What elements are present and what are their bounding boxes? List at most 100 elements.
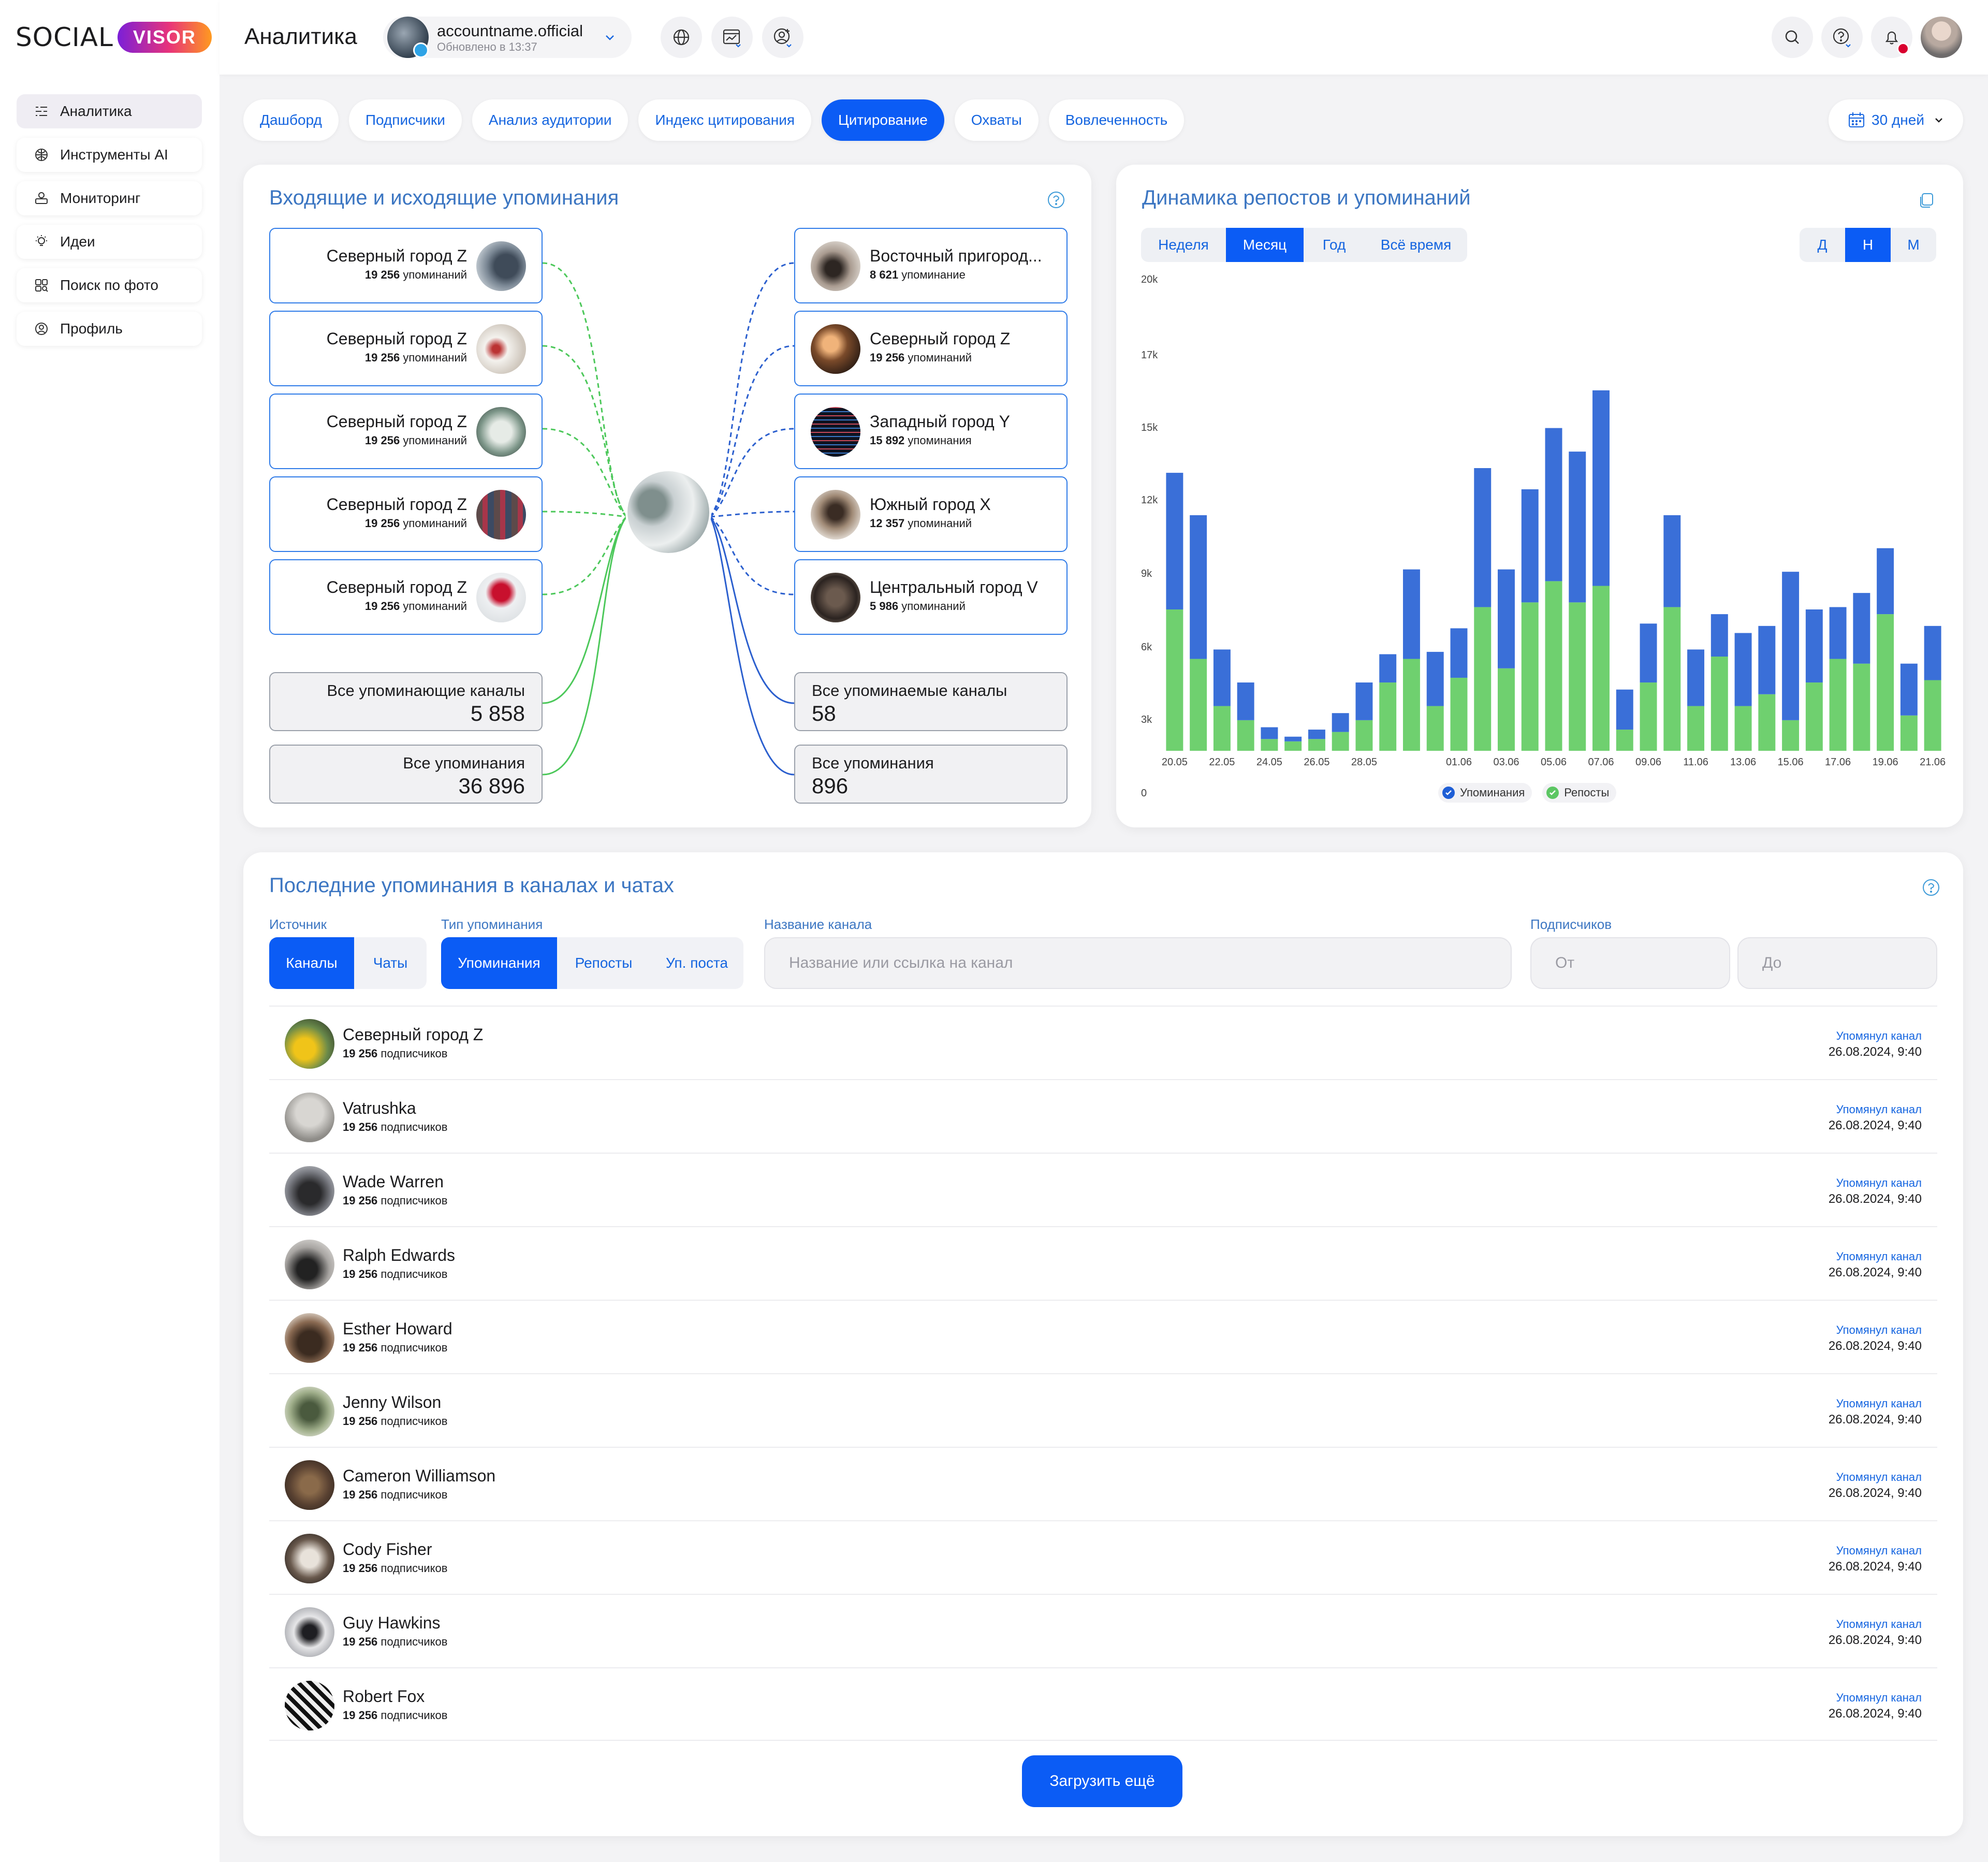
bar-reposts[interactable] bbox=[1663, 607, 1681, 751]
bar-reposts[interactable] bbox=[1924, 680, 1941, 751]
tab-reach[interactable]: Охваты bbox=[954, 99, 1039, 141]
bar-reposts[interactable] bbox=[1853, 663, 1870, 751]
bar-mentions[interactable] bbox=[1355, 682, 1373, 720]
bar-mentions[interactable] bbox=[1332, 713, 1349, 732]
load-more-button[interactable]: Загрузить ещё bbox=[1022, 1755, 1182, 1807]
bar-mentions[interactable] bbox=[1758, 625, 1776, 694]
list-item[interactable]: Ralph Edwards 19 256 подписчиков Упомяну… bbox=[269, 1226, 1937, 1300]
mention-type[interactable]: Упомянул канал bbox=[1836, 1471, 1922, 1484]
search-button[interactable] bbox=[1772, 17, 1813, 58]
bar-reposts[interactable] bbox=[1734, 706, 1752, 751]
tab-citation-index[interactable]: Индекс цитирования bbox=[638, 99, 811, 141]
bar-mentions[interactable] bbox=[1616, 689, 1633, 730]
all-incoming-mentions-total[interactable]: Все упоминания 36 896 bbox=[269, 745, 543, 804]
bar-mentions[interactable] bbox=[1782, 572, 1800, 720]
bar-reposts[interactable] bbox=[1402, 659, 1420, 751]
sidebar-item-analytics[interactable]: Аналитика bbox=[17, 94, 202, 128]
bar-reposts[interactable] bbox=[1450, 677, 1468, 751]
bar-mentions[interactable] bbox=[1308, 730, 1325, 739]
outgoing-channel-node[interactable]: Западный город Y 15 892 упоминания bbox=[794, 394, 1068, 469]
tab-subscribers[interactable]: Подписчики bbox=[348, 99, 462, 141]
bar-reposts[interactable] bbox=[1640, 682, 1657, 751]
stats-button[interactable] bbox=[711, 17, 753, 58]
bar-mentions[interactable] bbox=[1498, 569, 1515, 668]
mention-type[interactable]: Упомянул канал bbox=[1836, 1618, 1922, 1631]
list-item[interactable]: Cameron Williamson 19 256 подписчиков Уп… bbox=[269, 1447, 1937, 1520]
bar-mentions[interactable] bbox=[1711, 614, 1728, 657]
bar-reposts[interactable] bbox=[1569, 602, 1586, 751]
period-selector[interactable]: 30 дней bbox=[1829, 99, 1963, 141]
bar-mentions[interactable] bbox=[1450, 628, 1468, 678]
sidebar-item-ai-tools[interactable]: Инструменты AI bbox=[17, 138, 202, 172]
tab-audience-analysis[interactable]: Анализ аудитории bbox=[472, 99, 628, 141]
bar-reposts[interactable] bbox=[1166, 609, 1183, 751]
bar-mentions[interactable] bbox=[1545, 428, 1562, 581]
bar-mentions[interactable] bbox=[1426, 651, 1444, 706]
sidebar-item-monitoring[interactable]: Мониторинг bbox=[17, 181, 202, 215]
bar-reposts[interactable] bbox=[1355, 720, 1373, 751]
type-post-mentions[interactable]: Уп. поста bbox=[650, 937, 743, 989]
bar-reposts[interactable] bbox=[1521, 602, 1539, 751]
bar-mentions[interactable] bbox=[1877, 548, 1894, 615]
all-outgoing-mentions-total[interactable]: Все упоминания 896 bbox=[794, 745, 1068, 804]
bar-reposts[interactable] bbox=[1805, 682, 1823, 751]
bar-mentions[interactable] bbox=[1805, 609, 1823, 683]
bar-mentions[interactable] bbox=[1663, 515, 1681, 607]
outgoing-channel-node[interactable]: Южный город X 12 357 упоминаний bbox=[794, 476, 1068, 552]
bar-mentions[interactable] bbox=[1569, 452, 1586, 603]
bar-reposts[interactable] bbox=[1687, 706, 1705, 751]
bar-mentions[interactable] bbox=[1474, 468, 1492, 607]
bar-mentions[interactable] bbox=[1853, 593, 1870, 664]
incoming-channel-node[interactable]: Северный город Z 19 256 упоминаний bbox=[269, 559, 543, 635]
globe-button[interactable] bbox=[661, 17, 702, 58]
incoming-channel-node[interactable]: Северный город Z 19 256 упоминаний bbox=[269, 476, 543, 552]
bar-mentions[interactable] bbox=[1190, 515, 1207, 659]
bar-reposts[interactable] bbox=[1474, 607, 1492, 751]
incoming-channel-node[interactable]: Северный город Z 19 256 упоминаний bbox=[269, 311, 543, 386]
bar-mentions[interactable] bbox=[1640, 623, 1657, 683]
mention-type[interactable]: Упомянул канал bbox=[1836, 1250, 1922, 1263]
bar-reposts[interactable] bbox=[1498, 668, 1515, 751]
sidebar-item-ideas[interactable]: Идеи bbox=[17, 225, 202, 259]
tab-citation[interactable]: Цитирование bbox=[822, 99, 944, 141]
incoming-channel-node[interactable]: Северный город Z 19 256 упоминаний bbox=[269, 394, 543, 469]
bar-reposts[interactable] bbox=[1545, 581, 1562, 751]
bar-reposts[interactable] bbox=[1308, 739, 1325, 751]
bar-mentions[interactable] bbox=[1900, 663, 1918, 716]
tab-engagement[interactable]: Вовлеченность bbox=[1048, 99, 1185, 141]
channel-search-input[interactable] bbox=[764, 937, 1512, 989]
bar-mentions[interactable] bbox=[1261, 727, 1278, 739]
outgoing-channel-node[interactable]: Восточный пригород... 8 621 упоминание bbox=[794, 228, 1068, 303]
incoming-channel-node[interactable]: Северный город Z 19 256 упоминаний bbox=[269, 228, 543, 303]
list-item[interactable]: Jenny Wilson 19 256 подписчиков Упомянул… bbox=[269, 1373, 1937, 1447]
subscribers-to-input[interactable] bbox=[1737, 937, 1937, 989]
account-switcher[interactable]: accountname.official Обновлено в 13:37 bbox=[383, 17, 632, 58]
bar-reposts[interactable] bbox=[1426, 706, 1444, 751]
mention-type[interactable]: Упомянул канал bbox=[1836, 1397, 1922, 1410]
mention-type[interactable]: Упомянул канал bbox=[1836, 1103, 1922, 1116]
bar-reposts[interactable] bbox=[1900, 715, 1918, 751]
user-avatar[interactable] bbox=[1921, 17, 1962, 58]
sidebar-item-photo-search[interactable]: Поиск по фото bbox=[17, 268, 202, 302]
list-item[interactable]: Guy Hawkins 19 256 подписчиков Упомянул … bbox=[269, 1594, 1937, 1667]
bar-reposts[interactable] bbox=[1190, 659, 1207, 751]
legend-item-mentions[interactable]: Упоминания bbox=[1438, 783, 1532, 803]
bar-reposts[interactable] bbox=[1592, 586, 1610, 751]
bar-reposts[interactable] bbox=[1213, 706, 1231, 751]
list-item[interactable]: Северный город Z 19 256 подписчиков Упом… bbox=[269, 1006, 1937, 1079]
add-user-button[interactable] bbox=[762, 17, 803, 58]
source-channels[interactable]: Каналы bbox=[269, 937, 354, 989]
bar-reposts[interactable] bbox=[1332, 732, 1349, 751]
help-icon[interactable] bbox=[1922, 878, 1940, 897]
bar-reposts[interactable] bbox=[1877, 614, 1894, 751]
tab-dashboard[interactable]: Дашборд bbox=[243, 99, 339, 141]
bar-mentions[interactable] bbox=[1284, 736, 1302, 741]
bar-reposts[interactable] bbox=[1829, 659, 1847, 751]
bar-mentions[interactable] bbox=[1734, 633, 1752, 706]
list-item[interactable]: Esther Howard 19 256 подписчиков Упомяну… bbox=[269, 1300, 1937, 1373]
help-button[interactable] bbox=[1821, 17, 1863, 58]
bar-reposts[interactable] bbox=[1261, 739, 1278, 751]
bar-mentions[interactable] bbox=[1379, 654, 1397, 683]
list-item[interactable]: Wade Warren 19 256 подписчиков Упомянул … bbox=[269, 1153, 1937, 1226]
bar-reposts[interactable] bbox=[1379, 682, 1397, 751]
